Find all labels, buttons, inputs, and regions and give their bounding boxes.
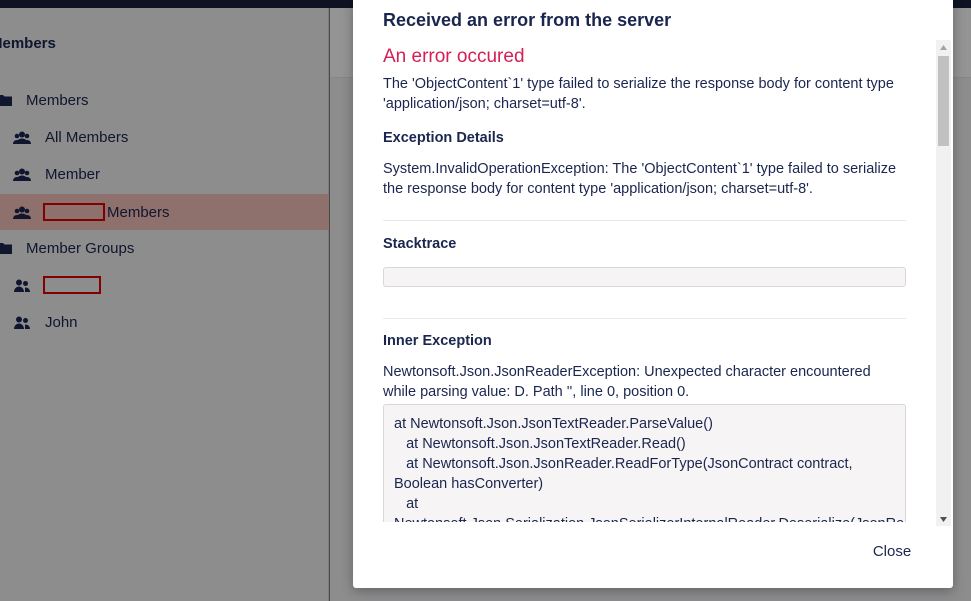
scroll-thumb[interactable] [938, 56, 949, 146]
stacktrace-line: Newtonsoft.Json.Serialization.JsonSerial… [394, 514, 905, 522]
stacktrace-line: at [394, 496, 419, 512]
inner-exception-heading: Inner Exception [383, 333, 492, 349]
dialog-body: An error occured The 'ObjectContent`1' t… [383, 40, 936, 522]
dialog-scrollbar[interactable] [936, 40, 951, 526]
stacktrace-heading: Stacktrace [383, 236, 457, 252]
stacktrace-line: at Newtonsoft.Json.JsonTextReader.ParseV… [394, 416, 713, 432]
divider [383, 220, 906, 221]
error-message: The 'ObjectContent`1' type failed to ser… [383, 76, 894, 112]
stacktrace-line: Boolean hasConverter) [394, 476, 544, 492]
error-dialog: Received an error from the server An err… [353, 0, 953, 588]
inner-exception-text: Newtonsoft.Json.JsonReaderException: Une… [383, 364, 871, 400]
stacktrace-box[interactable] [383, 267, 906, 287]
dialog-title: Received an error from the server [383, 10, 672, 30]
error-heading: An error occured [383, 46, 525, 67]
scroll-down-arrow-icon[interactable] [936, 512, 951, 526]
exception-details-heading: Exception Details [383, 130, 504, 146]
stacktrace-line: at Newtonsoft.Json.JsonTextReader.Read() [394, 436, 686, 452]
stacktrace-line: at Newtonsoft.Json.JsonReader.ReadForTyp… [394, 456, 853, 472]
inner-stacktrace-box[interactable]: at Newtonsoft.Json.JsonTextReader.ParseV… [383, 404, 906, 522]
close-button[interactable]: Close [862, 538, 922, 564]
scroll-up-arrow-icon[interactable] [936, 40, 951, 54]
divider [383, 318, 906, 319]
exception-details-text: System.InvalidOperationException: The 'O… [383, 161, 897, 197]
